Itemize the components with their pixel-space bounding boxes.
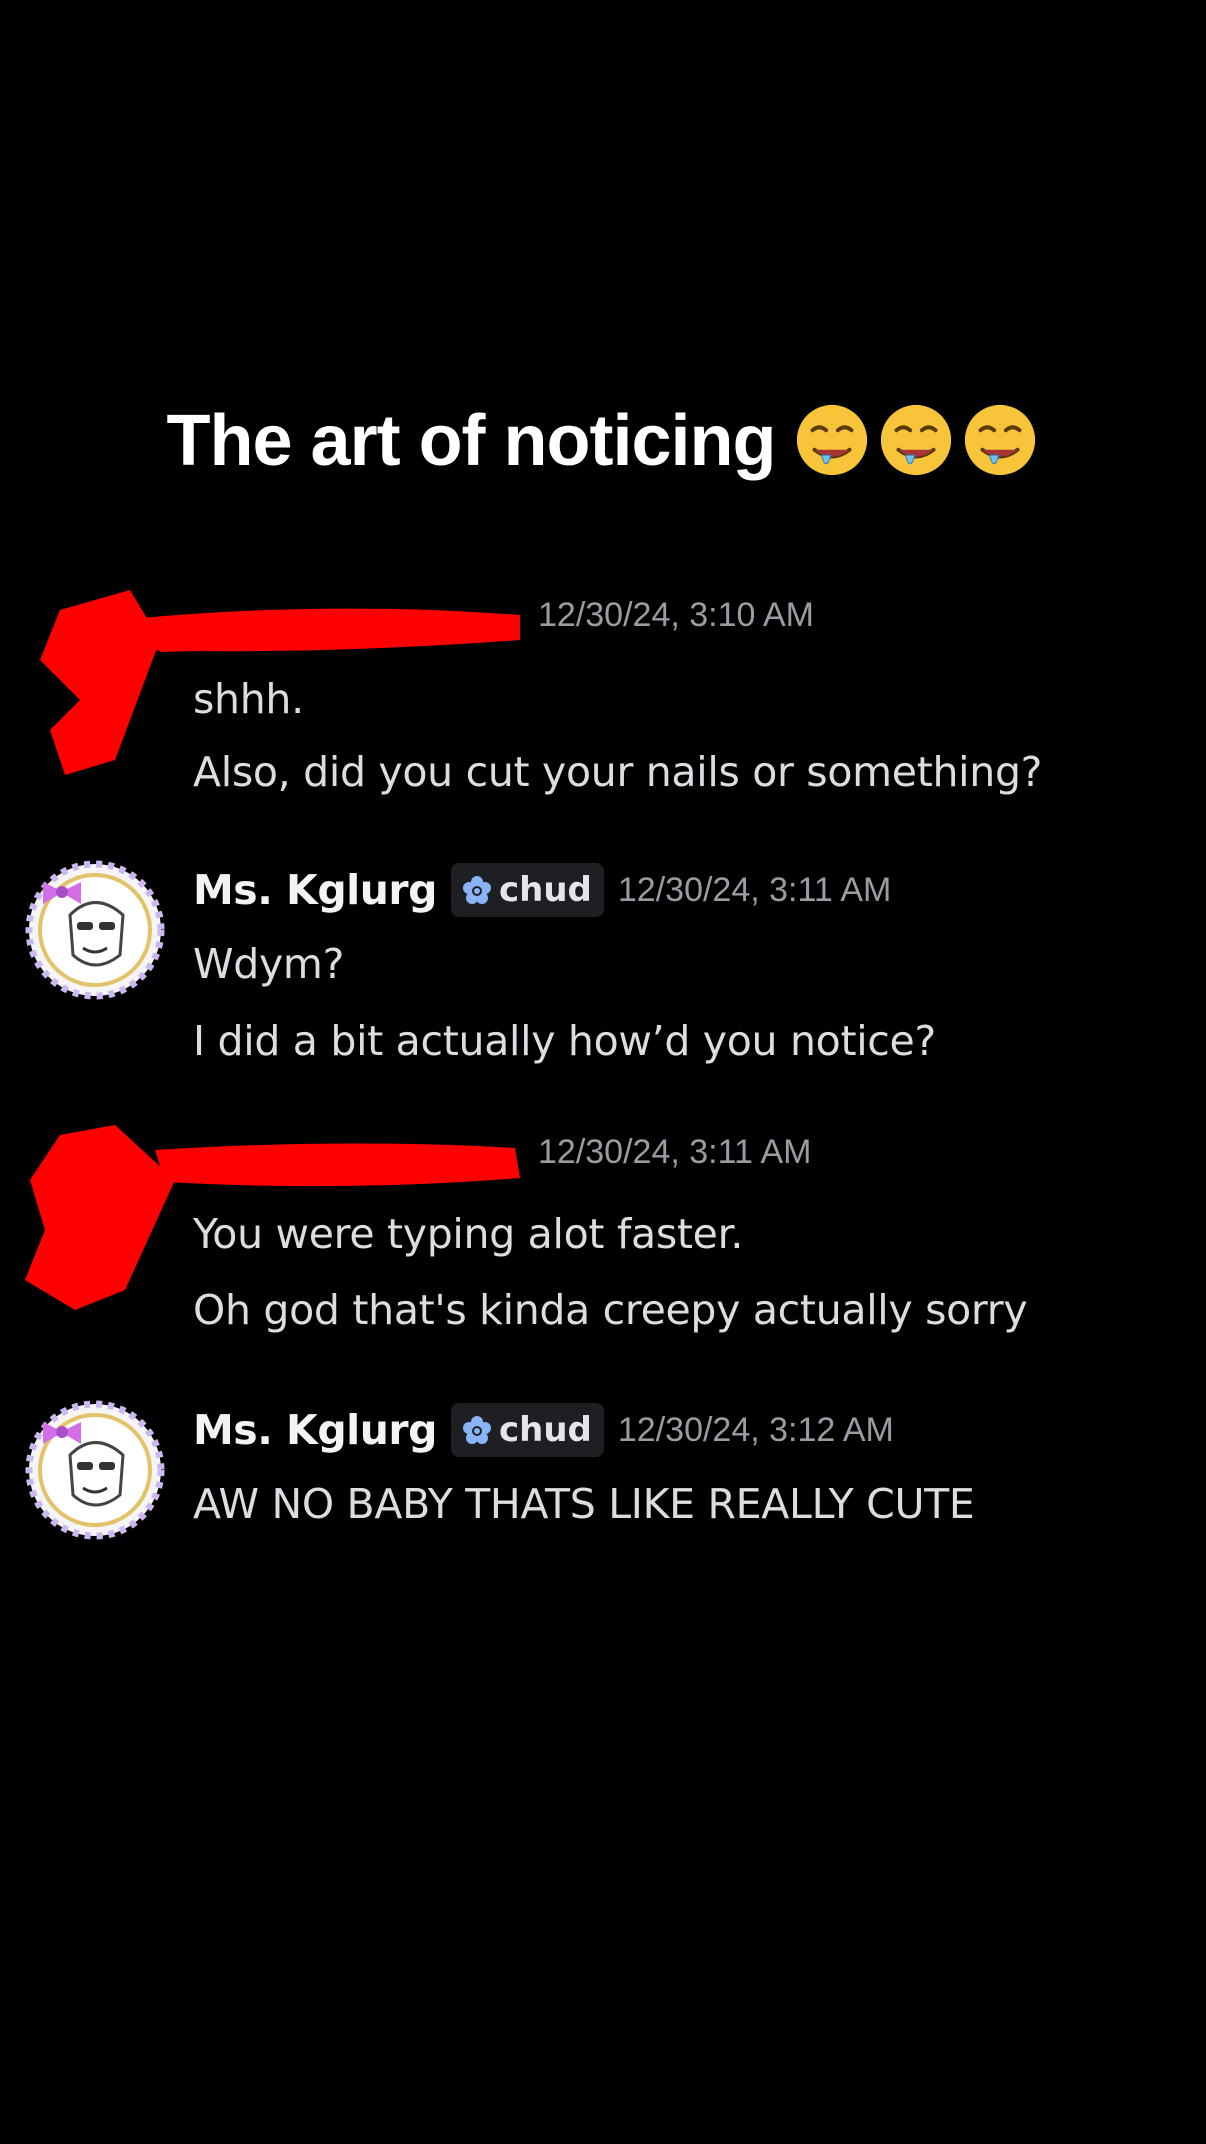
user-avatar[interactable] — [25, 1400, 165, 1540]
message-timestamp: 12/30/24, 3:12 AM — [617, 1410, 894, 1449]
message-text: You were typing alot faster. — [193, 1210, 744, 1258]
drooling-face-emoji-icon — [879, 402, 954, 478]
caption-overlay: The art of noticing — [0, 400, 1206, 483]
message-text: Also, did you cut your nails or somethin… — [193, 748, 1043, 796]
drooling-face-emoji-icon — [795, 402, 870, 478]
user-avatar[interactable] — [25, 860, 165, 1000]
tag-label: chud — [498, 870, 592, 910]
message-header: Ms. Kglurg chud 12/30/24, 3:11 AM — [193, 860, 891, 920]
message-timestamp: 12/30/24, 3:11 AM — [617, 870, 892, 909]
username[interactable]: Ms. Kglurg — [193, 866, 437, 914]
tag-label: chud — [498, 1410, 592, 1450]
message-header: 12/30/24, 3:10 AM — [538, 585, 814, 645]
flower-icon — [462, 876, 491, 904]
message-text: AW NO BABY THATS LIKE REALLY CUTE — [193, 1480, 975, 1528]
username[interactable]: Ms. Kglurg — [193, 1406, 437, 1454]
message-text: Wdym? — [193, 940, 345, 988]
flower-icon — [462, 1416, 491, 1444]
message-timestamp: 12/30/24, 3:11 AM — [538, 1132, 812, 1171]
message-header: 12/30/24, 3:11 AM — [538, 1122, 811, 1182]
user-tag-badge[interactable]: chud — [450, 863, 604, 917]
message-text: shhh. — [193, 675, 304, 723]
message-text: I did a bit actually how’d you notice? — [193, 1017, 936, 1065]
drooling-face-emoji-icon — [963, 402, 1038, 478]
message-header: Ms. Kglurg chud 12/30/24, 3:12 AM — [193, 1400, 894, 1460]
caption-text: The art of noticing — [165, 400, 778, 483]
message-timestamp: 12/30/24, 3:10 AM — [538, 595, 814, 634]
user-tag-badge[interactable]: chud — [450, 1403, 604, 1457]
message-text: Oh god that's kinda creepy actually sorr… — [193, 1286, 1028, 1334]
